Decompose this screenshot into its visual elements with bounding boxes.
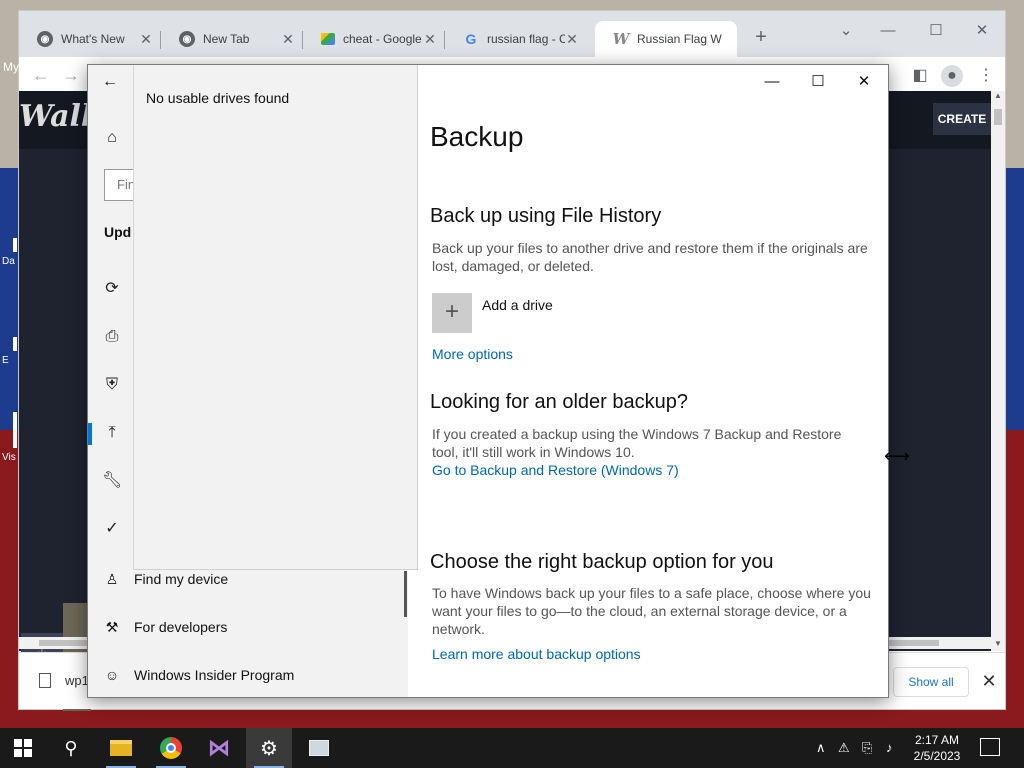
security-alert-icon[interactable]: ⚠ — [838, 740, 850, 756]
nav-item-for-developers[interactable]: ⚒ For developers — [104, 607, 228, 647]
tab-strip: ◉ What's New ✕ ◉ New Tab ✕ cheat - Googl… — [19, 11, 1005, 57]
learn-more-link[interactable]: Learn more about backup options — [432, 646, 641, 662]
choose-option-description: To have Windows back up your files to a … — [432, 585, 871, 637]
search-icon[interactable]: ⚲ — [48, 728, 94, 768]
backup-restore-link[interactable]: Go to Backup and Restore (Windows 7) — [432, 462, 679, 478]
show-hidden-icons-chevron-icon[interactable]: ∧ — [816, 740, 826, 756]
file-history-heading: Back up using File History — [430, 205, 662, 227]
page-scrollbar[interactable]: ▲ ▼ — [991, 91, 1005, 651]
backup-content: — ☐ ✕ Backup Back up using File History … — [418, 65, 888, 697]
tab-whats-new[interactable]: ◉ What's New ✕ — [19, 21, 161, 57]
tab-title: Russian Flag W — [637, 32, 722, 46]
create-button[interactable]: CREATE — [933, 103, 991, 135]
settings-window: ← ⌂ Fin Upd ⟳ ⎙ ⛨ ⤒ 🔧︎ ✓ ♙ Find my devic… — [87, 64, 889, 698]
tab-russian-flag-search[interactable]: G russian flag - C ✕ — [445, 21, 587, 57]
notification-center-icon[interactable] — [980, 738, 1000, 756]
close-tab-icon[interactable]: ✕ — [281, 31, 295, 48]
settings-nav-pane: ← ⌂ Fin Upd ⟳ ⎙ ⛨ ⤒ 🔧︎ ✓ ♙ Find my devic… — [88, 65, 418, 697]
clock-date: 2/5/2023 — [913, 749, 961, 763]
minimize-icon[interactable]: — — [865, 17, 911, 45]
settings-search-input[interactable]: Fin — [104, 169, 134, 201]
close-window-icon[interactable]: ✕ — [959, 17, 1005, 45]
close-icon[interactable]: ✕ — [842, 67, 886, 97]
taskbar: ⚲ ⋈ ⚙ ∧ ⚠ ⎘ ♪ 2:17 AM 2/5/2023 — [0, 728, 1024, 768]
more-options-link[interactable]: More options — [432, 346, 513, 362]
close-tab-icon[interactable]: ✕ — [565, 31, 579, 48]
google-icon: G — [465, 31, 477, 47]
file-history-description: Back up your files to another drive and … — [432, 240, 868, 274]
shield-icon[interactable]: ⛨ — [102, 375, 122, 395]
nav-item-label: For developers — [134, 619, 228, 635]
profile-avatar-icon[interactable]: ● — [941, 65, 963, 87]
person-location-icon: ♙ — [105, 570, 119, 587]
tab-cheat-google[interactable]: cheat - Google ✕ — [303, 21, 445, 57]
nav-scrollbar[interactable] — [404, 571, 407, 617]
file-icon — [39, 673, 51, 688]
no-drives-message: No usable drives found — [146, 90, 290, 106]
tab-russian-flag-wallpaper[interactable]: W Russian Flag W — [595, 21, 737, 57]
side-panel-icon[interactable]: ◧ — [909, 65, 931, 87]
forward-icon[interactable]: → — [59, 63, 83, 87]
back-icon[interactable]: ← — [29, 63, 53, 87]
sync-icon[interactable]: ⟳ — [102, 279, 122, 299]
close-download-bar-icon[interactable]: ✕ — [979, 671, 999, 691]
close-tab-icon[interactable]: ✕ — [423, 31, 437, 48]
backup-icon[interactable]: ⤒ — [102, 423, 122, 443]
older-backup-description: If you created a backup using the Window… — [432, 426, 842, 460]
clock-time: 2:17 AM — [914, 733, 960, 747]
plus-icon: + — [432, 293, 472, 333]
settings-section-label: Upd — [104, 224, 132, 240]
maximize-icon[interactable]: ☐ — [796, 67, 840, 97]
chrome-icon[interactable] — [148, 728, 194, 768]
file-explorer-icon[interactable] — [98, 728, 144, 768]
older-backup-heading: Looking for an older backup? — [430, 391, 688, 413]
tab-new-tab[interactable]: ◉ New Tab ✕ — [161, 21, 303, 57]
visual-studio-icon[interactable]: ⋈ — [196, 728, 242, 768]
settings-gear-icon[interactable]: ⚙ — [246, 728, 292, 768]
wrench-icon[interactable]: 🔧︎ — [102, 471, 122, 491]
google-drive-icon — [321, 33, 335, 45]
snipping-tool-icon[interactable] — [296, 728, 342, 768]
start-button-windows-icon[interactable] — [0, 728, 46, 768]
system-clock[interactable]: 2:17 AM 2/5/2023 — [906, 732, 968, 764]
activation-check-icon[interactable]: ✓ — [102, 519, 122, 539]
selected-indicator — [88, 423, 92, 445]
download-item[interactable]: wp1 — [39, 673, 89, 688]
page-title: Backup — [430, 121, 524, 152]
minimize-icon[interactable]: — — [750, 67, 794, 97]
chrome-icon: ◉ — [179, 31, 195, 47]
show-all-button[interactable]: Show all — [893, 667, 969, 697]
resize-cursor-icon: ⟷ — [884, 446, 910, 466]
volume-icon[interactable]: ♪ — [886, 740, 893, 755]
choose-option-heading: Choose the right backup option for you — [430, 551, 774, 573]
tab-title: cheat - Google — [343, 32, 422, 46]
menu-kebab-icon[interactable]: ⋮ — [975, 65, 997, 87]
new-tab-button[interactable]: + — [749, 25, 773, 49]
nav-item-label: Find my device — [134, 571, 229, 587]
nav-item-windows-insider[interactable]: ☺ Windows Insider Program — [104, 655, 294, 695]
delivery-optimization-icon[interactable]: ⎙ — [102, 327, 122, 347]
drive-selector-flyout: No usable drives found — [133, 65, 418, 570]
chrome-icon: ◉ — [37, 31, 53, 47]
add-drive-button[interactable]: + Add a drive — [432, 293, 553, 333]
insider-cat-icon: ☺ — [104, 667, 120, 683]
close-tab-icon[interactable]: ✕ — [139, 31, 153, 48]
home-icon[interactable]: ⌂ — [102, 128, 122, 148]
maximize-icon[interactable]: ☐ — [913, 17, 959, 45]
tab-search-icon[interactable]: ⌄ — [823, 17, 869, 45]
tab-title: russian flag - C — [487, 32, 565, 46]
download-file-name: wp1 — [65, 673, 89, 688]
add-drive-label: Add a drive — [482, 297, 553, 313]
developer-tools-icon: ⚒ — [105, 618, 119, 635]
nav-item-label: Windows Insider Program — [134, 667, 295, 683]
tab-title: What's New — [61, 32, 125, 46]
network-icon[interactable]: ⎘ — [862, 740, 872, 756]
bookmark-label: My — [3, 60, 19, 74]
back-arrow-icon[interactable]: ← — [102, 73, 122, 93]
wallpaper-site-icon: W — [612, 30, 630, 48]
tab-title: New Tab — [203, 32, 250, 46]
